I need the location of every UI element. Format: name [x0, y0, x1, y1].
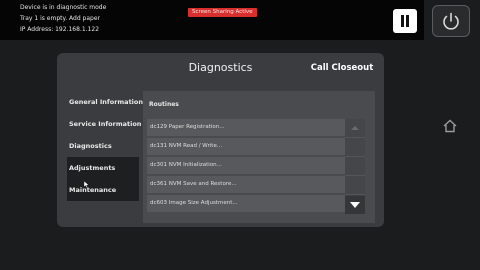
arrow-down-icon: [350, 202, 360, 208]
list-item[interactable]: dc603 Image Size Adjustment...: [147, 195, 347, 212]
nav-item-diagnostics[interactable]: Diagnostics: [67, 135, 139, 157]
pause-icon-bar: [406, 15, 409, 27]
list-item[interactable]: dc129 Paper Registration...: [147, 119, 347, 136]
scroll-track[interactable]: [345, 138, 365, 157]
scroll-track[interactable]: [345, 176, 365, 195]
scroll-up-button[interactable]: [345, 119, 365, 138]
scroll-track[interactable]: [345, 157, 365, 176]
arrow-up-icon: [351, 126, 359, 130]
diagnostics-panel: Diagnostics Call Closeout General Inform…: [57, 53, 384, 227]
pause-icon: [401, 15, 404, 27]
routine-rows: dc129 Paper Registration... dc131 NVM Re…: [147, 119, 347, 214]
call-closeout-button[interactable]: Call Closeout: [307, 57, 377, 79]
list-item[interactable]: dc361 NVM Save and Restore...: [147, 176, 347, 193]
power-icon: [443, 12, 459, 30]
nav-item-general-information[interactable]: General Information: [67, 91, 143, 113]
routines-list: Routines dc129 Paper Registration... dc1…: [143, 91, 375, 223]
pause-button[interactable]: [393, 9, 417, 33]
status-bar: Device is in diagnostic mode Tray 1 is e…: [0, 0, 424, 40]
status-tray-empty: Tray 1 is empty. Add paper: [20, 15, 100, 22]
nav-item-maintenance[interactable]: Maintenance: [67, 179, 139, 201]
list-item[interactable]: dc301 NVM Initialization...: [147, 157, 347, 174]
screen-sharing-badge: Screen Sharing Active: [188, 8, 257, 17]
list-item[interactable]: dc131 NVM Read / Write...: [147, 138, 347, 155]
mouse-pointer-icon: [84, 181, 90, 188]
status-diagnostic-mode: Device is in diagnostic mode: [20, 4, 107, 11]
power-button[interactable]: [432, 5, 470, 37]
nav-menu: General Information Service Information …: [67, 91, 143, 201]
list-header-routines: Routines: [149, 101, 179, 108]
nav-item-adjustments[interactable]: Adjustments: [67, 157, 139, 179]
scroll-down-button[interactable]: [345, 196, 365, 214]
home-icon[interactable]: [442, 118, 458, 134]
status-ip-address: IP Address: 192.168.1.122: [20, 26, 100, 33]
nav-item-service-information[interactable]: Service Information: [67, 113, 141, 135]
scrollbar[interactable]: [345, 119, 365, 214]
